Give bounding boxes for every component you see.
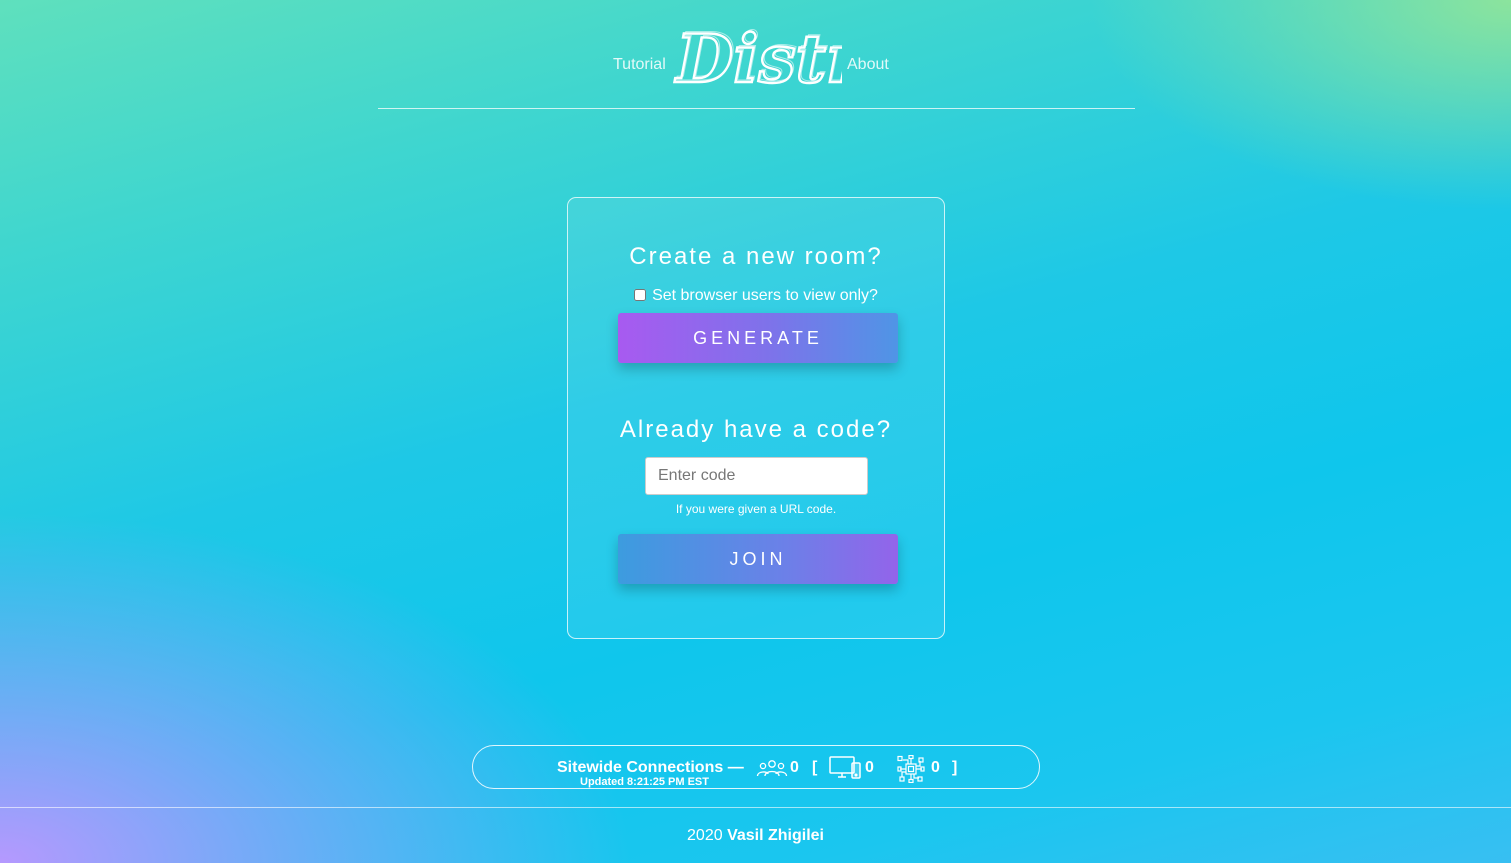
- view-only-checkbox[interactable]: [634, 289, 647, 301]
- code-hint: If you were given a URL code.: [675, 502, 837, 516]
- join-button[interactable]: JOIN: [618, 534, 898, 584]
- footer-year: 2020: [687, 827, 723, 844]
- svg-text:Distri: Distri: [676, 18, 842, 96]
- room-card: Create a new room? Set browser users to …: [567, 197, 945, 639]
- sitewide-connections-panel: Sitewide Connections — Updated 8:21:25 P…: [472, 745, 1040, 789]
- view-only-label: Set browser users to view only?: [652, 287, 878, 304]
- code-input[interactable]: [645, 457, 868, 495]
- distri-logo[interactable]: Distri Distri: [672, 12, 888, 100]
- updated-timestamp: Updated 8:21:25 PM EST: [580, 776, 709, 788]
- users-icon: [756, 759, 788, 782]
- view-only-option[interactable]: Set browser users to view only?: [568, 287, 944, 305]
- footer: 2020 Vasil Zhigilei: [0, 827, 1511, 845]
- devices-icon: [829, 755, 863, 786]
- footer-author: Vasil Zhigilei: [727, 827, 824, 844]
- create-room-heading: Create a new room?: [629, 243, 883, 270]
- generate-button[interactable]: GENERATE: [618, 313, 898, 363]
- networks-count: 0: [931, 759, 940, 776]
- footer-divider: [0, 807, 1511, 808]
- connections-title: Sitewide Connections —: [557, 759, 744, 776]
- devices-count: 0: [865, 759, 874, 776]
- join-room-heading: Already have a code?: [619, 416, 893, 443]
- bracket-close: ]: [952, 759, 958, 776]
- users-count: 0: [790, 759, 799, 776]
- network-icon: [897, 754, 925, 788]
- top-nav: Tutorial Distri Distri About: [0, 12, 1511, 102]
- header-divider: [378, 108, 1135, 109]
- nav-link-about[interactable]: About: [847, 56, 889, 74]
- bracket-open: [: [812, 759, 818, 776]
- nav-link-tutorial[interactable]: Tutorial: [613, 56, 666, 74]
